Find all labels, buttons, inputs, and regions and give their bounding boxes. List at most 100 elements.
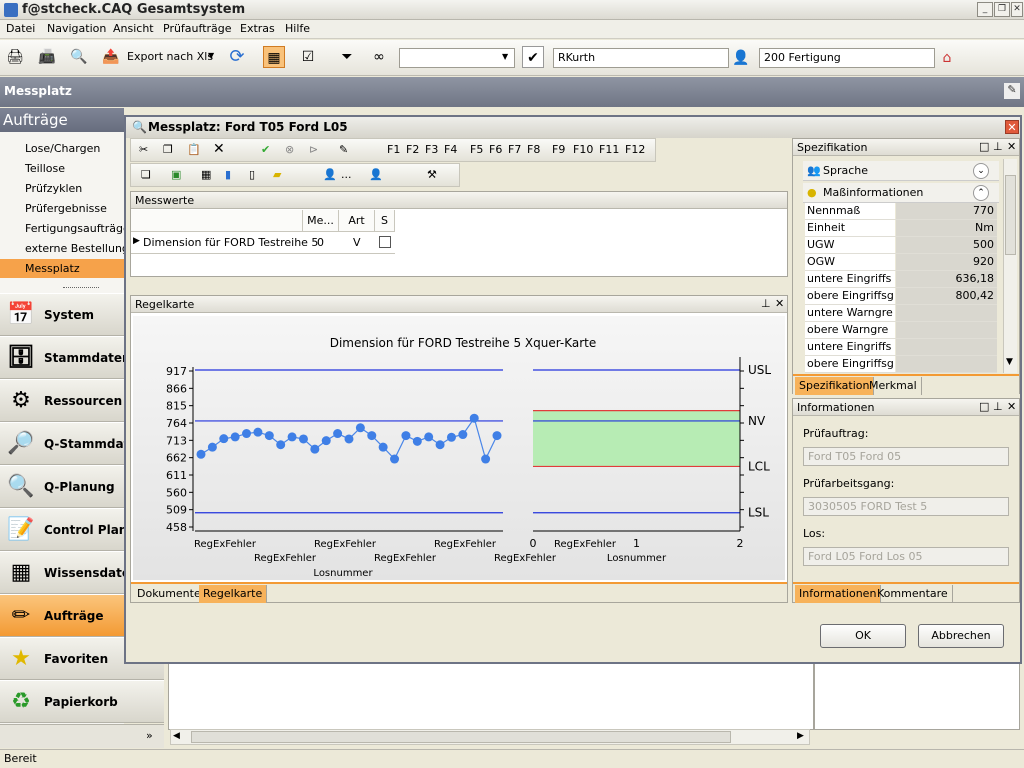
- fkey-3[interactable]: F3: [425, 143, 438, 156]
- edit-icon[interactable]: ✎: [1004, 83, 1020, 99]
- nav-papierkorb[interactable]: ♻ Papierkorb: [0, 680, 164, 723]
- pin-icon[interactable]: ⊥: [761, 297, 771, 310]
- page-icon[interactable]: ▯: [249, 168, 255, 181]
- nav-overflow[interactable]: »: [0, 724, 164, 748]
- home-icon[interactable]: ⌂: [936, 47, 958, 69]
- tab-informationen[interactable]: Informationen: [795, 585, 882, 603]
- fkey-11[interactable]: F11: [599, 143, 619, 156]
- fkey-4[interactable]: F4: [444, 143, 457, 156]
- bar-chart-icon[interactable]: ▮: [225, 168, 231, 181]
- checkbox-doc-icon[interactable]: ✔: [522, 46, 544, 68]
- fkey-9[interactable]: F9: [552, 143, 565, 156]
- module-icon[interactable]: ▣: [171, 168, 181, 181]
- fkey-8[interactable]: F8: [527, 143, 540, 156]
- menu-ansicht[interactable]: Ansicht: [113, 22, 154, 35]
- close-icon[interactable]: ✕: [1011, 2, 1023, 17]
- sidebar-link-teillose[interactable]: Teillose: [25, 162, 65, 175]
- cut-icon[interactable]: ✂: [139, 143, 148, 156]
- sidebar-link-pruefergebnisse[interactable]: Prüfergebnisse: [25, 202, 107, 215]
- pin-icon[interactable]: ⊥: [993, 140, 1003, 153]
- tab-dokumente[interactable]: Dokumente: [133, 585, 206, 603]
- print-preview-icon[interactable]: 📠: [36, 46, 58, 68]
- scroll-left-icon[interactable]: ◀: [173, 731, 180, 741]
- scroll-right-icon[interactable]: ▶: [797, 731, 804, 741]
- panel-close-icon[interactable]: ✕: [775, 297, 784, 310]
- window-icon[interactable]: ❏: [141, 168, 151, 181]
- section-sprache[interactable]: 👥 Sprache ⌄: [803, 161, 999, 181]
- print-icon[interactable]: 🖨: [4, 46, 26, 68]
- note-icon[interactable]: ▰: [273, 168, 281, 181]
- expand-icon[interactable]: ⌄: [973, 163, 989, 179]
- cancel-button[interactable]: Abbrechen: [918, 624, 1004, 648]
- delete-icon[interactable]: ✕: [213, 141, 225, 157]
- spec-scroll-thumb[interactable]: [1005, 175, 1016, 255]
- tab-regelkarte[interactable]: Regelkarte: [199, 585, 268, 603]
- fkey-1[interactable]: F1: [387, 143, 400, 156]
- menu-datei[interactable]: Datei: [6, 22, 35, 35]
- grid-view-icon[interactable]: ▦: [263, 46, 285, 68]
- maximize-icon[interactable]: □: [979, 140, 989, 153]
- person-menu[interactable]: ...: [341, 168, 352, 181]
- grid-col-me[interactable]: Me...: [303, 210, 339, 232]
- section-massinfo[interactable]: ● Maßinformationen ⌃: [803, 183, 999, 203]
- row-s-checkbox[interactable]: [379, 236, 391, 248]
- double-chevron-icon[interactable]: »: [146, 729, 153, 742]
- splitter-handle[interactable]: [63, 287, 99, 290]
- menu-hilfe[interactable]: Hilfe: [285, 22, 310, 35]
- fkey-7[interactable]: F7: [508, 143, 521, 156]
- sidebar-link-pruefzyklen[interactable]: Prüfzyklen: [25, 182, 82, 195]
- collapse-icon[interactable]: ⌃: [973, 185, 989, 201]
- paste-icon[interactable]: 📋: [187, 143, 201, 156]
- department-field[interactable]: 200 Fertigung: [759, 48, 935, 68]
- user-icon[interactable]: 👤: [730, 47, 752, 69]
- person-icon[interactable]: 👤: [323, 168, 337, 181]
- scroll-down-icon[interactable]: ▼: [1006, 357, 1013, 367]
- tools-icon[interactable]: ⚒: [427, 168, 437, 181]
- export-xls-button[interactable]: Export nach Xls: [127, 50, 213, 63]
- minimize-icon[interactable]: _: [977, 2, 993, 17]
- tab-spezifikation[interactable]: Spezifikation: [795, 377, 875, 395]
- fkey-2[interactable]: F2: [406, 143, 419, 156]
- field-pruefauftrag[interactable]: Ford T05 Ford 05: [803, 447, 1009, 466]
- fkey-12[interactable]: F12: [625, 143, 645, 156]
- panel-close-icon[interactable]: ✕: [1007, 400, 1016, 413]
- combo-chevron-icon[interactable]: ▼: [502, 52, 508, 61]
- user-field[interactable]: RKurth: [553, 48, 729, 68]
- tab-kommentare[interactable]: Kommentare: [873, 585, 953, 603]
- horizontal-scrollbar[interactable]: ◀ ▶: [170, 729, 810, 745]
- checklist-icon[interactable]: ☑: [297, 46, 319, 68]
- edit-doc-icon[interactable]: ✎: [339, 143, 348, 156]
- refresh-icon[interactable]: ⟳: [226, 46, 248, 68]
- filter-icon[interactable]: ⏷: [336, 46, 358, 68]
- cancel-icon[interactable]: ⊗: [285, 143, 294, 156]
- skip-icon[interactable]: ⊳: [309, 143, 318, 156]
- panel-close-icon[interactable]: ✕: [1007, 140, 1016, 153]
- field-pruefarbeitsgang[interactable]: 3030505 FORD Test 5: [803, 497, 1009, 516]
- table-icon[interactable]: ▦: [201, 168, 211, 181]
- restore-icon[interactable]: ❐: [994, 2, 1010, 17]
- search-page-icon[interactable]: 🔍: [68, 46, 90, 68]
- scroll-thumb[interactable]: [191, 731, 731, 743]
- fkey-6[interactable]: F6: [489, 143, 502, 156]
- menu-navigation[interactable]: Navigation: [47, 22, 106, 35]
- sidebar-link-lose[interactable]: Lose/Chargen: [25, 142, 100, 155]
- copy-icon[interactable]: ❐: [163, 143, 173, 156]
- field-los[interactable]: Ford L05 Ford Los 05: [803, 547, 1009, 566]
- tab-merkmal[interactable]: Merkmal: [865, 377, 922, 395]
- fkey-5[interactable]: F5: [470, 143, 483, 156]
- menu-pruefauftraege[interactable]: Prüfaufträge: [163, 22, 232, 35]
- grid-col-s[interactable]: S: [375, 210, 395, 232]
- toolbar-combo[interactable]: [399, 48, 515, 68]
- export-icon[interactable]: 📤: [100, 46, 122, 68]
- table-row[interactable]: ▶ Dimension für FORD Testreihe 5 0 V: [131, 232, 395, 254]
- sidebar-link-messplatz[interactable]: Messplatz: [0, 259, 124, 278]
- sidebar-link-fertigungsauftraege[interactable]: Fertigungsaufträge: [25, 222, 130, 235]
- maximize-icon[interactable]: □: [979, 400, 989, 413]
- fkey-10[interactable]: F10: [573, 143, 593, 156]
- chevron-down-icon[interactable]: ▼: [208, 51, 214, 60]
- grid-col-art[interactable]: Art: [339, 210, 375, 232]
- pin-icon[interactable]: ⊥: [993, 400, 1003, 413]
- confirm-icon[interactable]: ✔: [261, 143, 270, 156]
- dialog-close-icon[interactable]: ✕: [1005, 120, 1019, 134]
- spec-scrollbar[interactable]: ▼: [1003, 159, 1017, 373]
